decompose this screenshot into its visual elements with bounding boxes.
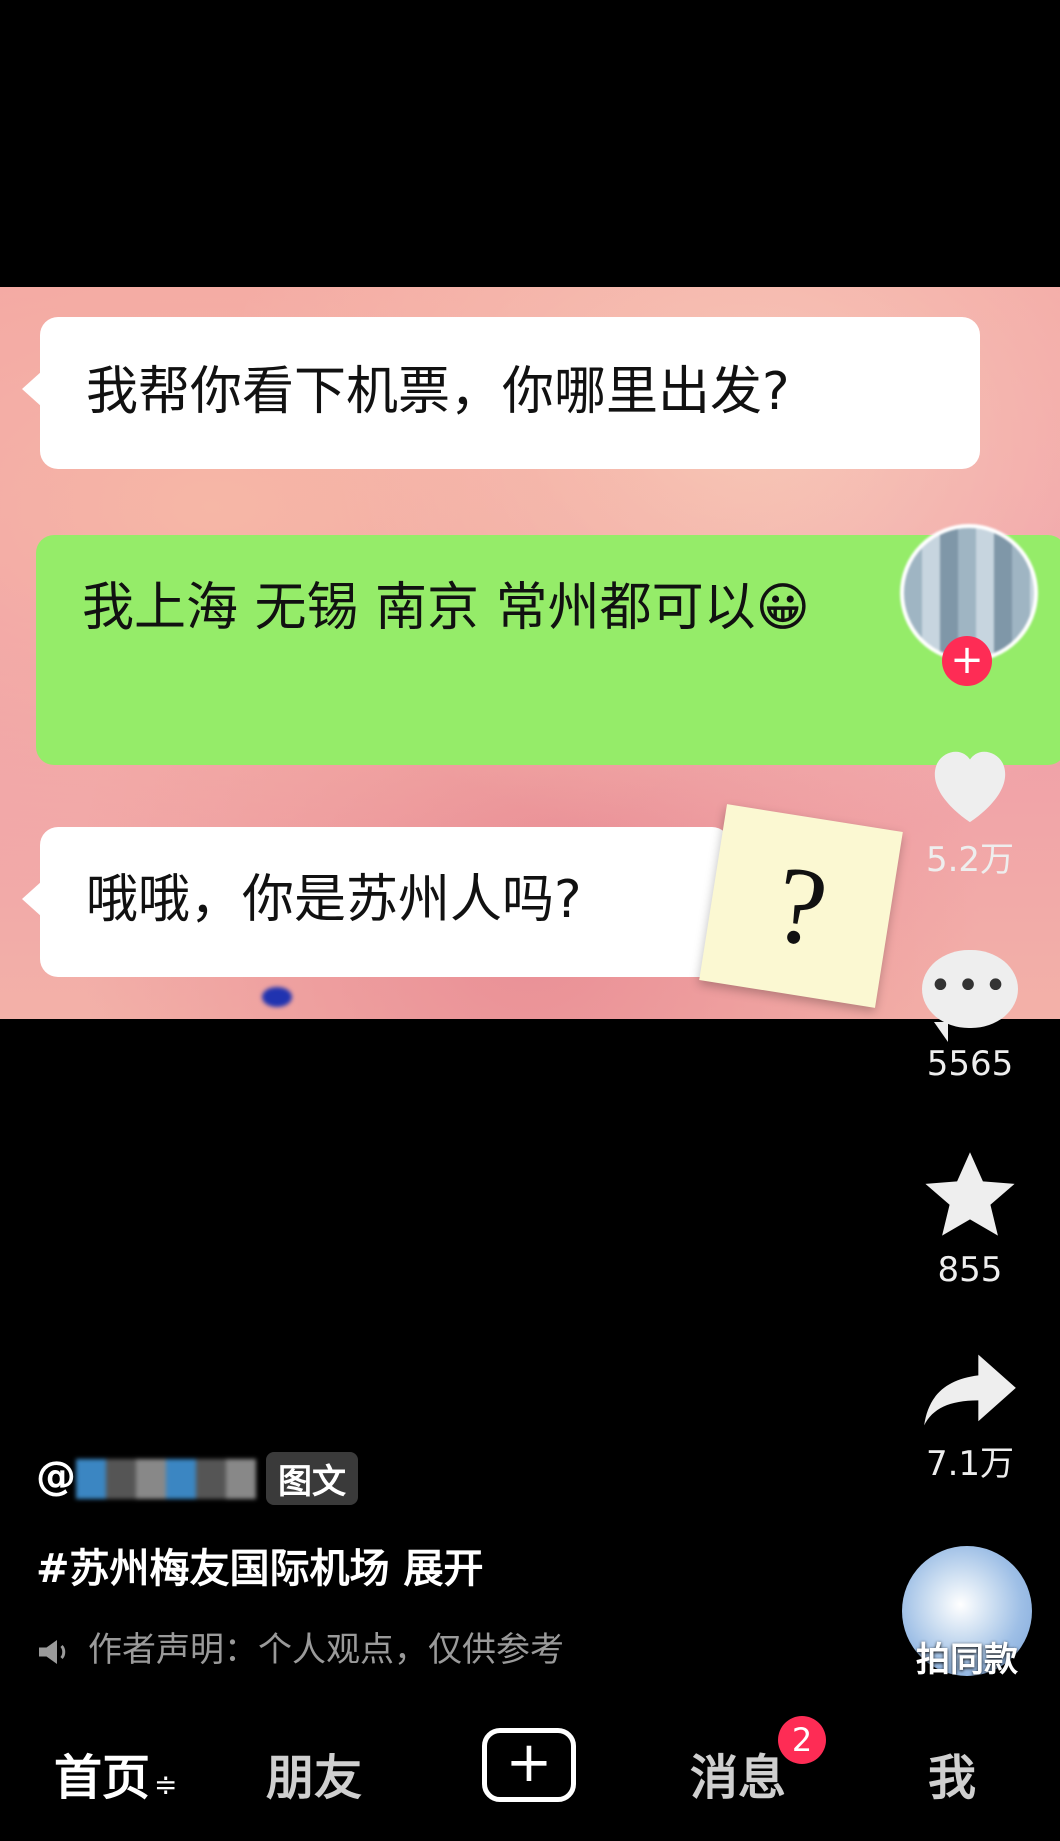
question-sticky-note: ? [699,804,903,1008]
message-badge: 2 [778,1716,826,1764]
chat-text: 我上海 无锡 南京 常州都可以😀 [82,578,810,638]
tab-me[interactable]: 我 [928,1738,976,1808]
favorite-count: 855 [937,1250,1003,1290]
speaker-icon [39,1639,66,1664]
follow-button[interactable]: + [942,636,992,686]
bottom-nav: 首页 ≑ 朋友 + 消息 2 我 [0,1716,1060,1818]
decorative-blot [262,987,292,1007]
post-caption[interactable]: #苏州梅友国际机场 展开 [36,1536,483,1594]
tab-messages[interactable]: 消息 [690,1738,786,1808]
comment-count: 5565 [926,1044,1014,1084]
chat-bubble-received-2: 哦哦，你是苏州人吗? [22,827,730,977]
sticky-text: ? [767,841,835,970]
heart-icon [934,751,1006,823]
create-button[interactable]: + [482,1728,576,1802]
star-icon [925,1152,1015,1236]
share-button[interactable]: 7.1万 [900,1350,1040,1485]
chat-text: 我帮你看下机票，你哪里出发? [86,362,790,422]
chat-bubble-received-1: 我帮你看下机票，你哪里出发? [22,317,980,469]
video-content[interactable]: 我帮你看下机票，你哪里出发? 我上海 无锡 南京 常州都可以😀 哦哦，你是苏州人… [0,287,1060,1019]
author-line[interactable]: @ 图文 [36,1452,358,1505]
share-icon [924,1354,1016,1426]
declaration-text: 作者声明：个人观点，仅供参考 [88,1630,564,1670]
at-sign: @ [36,1453,76,1500]
comment-button[interactable]: ••• 5565 [900,950,1040,1084]
post-type-tag: 图文 [266,1452,358,1505]
use-template-label[interactable]: 拍同款 [902,1632,1032,1681]
tab-home[interactable]: 首页 ≑ [54,1738,177,1808]
tab-home-label: 首页 [54,1750,151,1806]
plus-icon: + [505,1730,553,1795]
favorite-button[interactable]: 855 [900,1148,1040,1290]
tab-friends[interactable]: 朋友 [266,1738,362,1808]
share-count: 7.1万 [925,1444,1015,1484]
like-count: 5.2万 [925,840,1015,880]
refresh-icon: ≑ [154,1768,178,1801]
author-declaration: 作者声明：个人观点，仅供参考 [36,1622,564,1671]
author-name-blurred[interactable] [76,1458,256,1499]
comment-icon: ••• [922,950,1018,1042]
like-button[interactable]: 5.2万 [900,740,1040,881]
chat-text: 哦哦，你是苏州人吗? [86,870,582,930]
